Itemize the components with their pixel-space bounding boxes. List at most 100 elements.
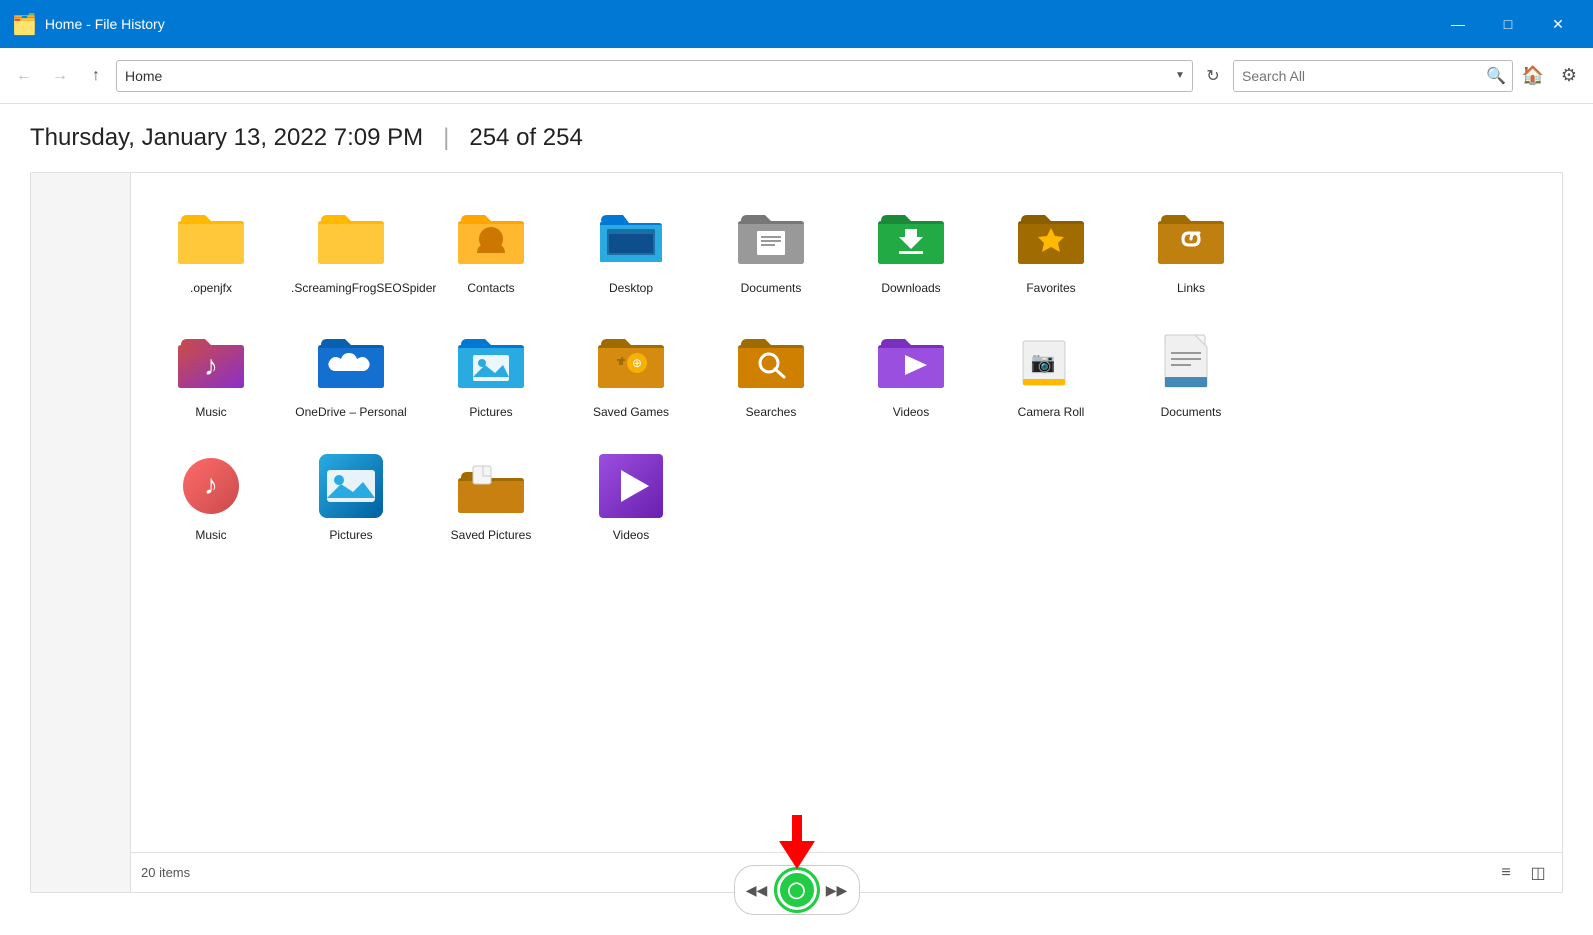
file-item[interactable]: Videos (561, 440, 701, 554)
file-label: Links (1177, 281, 1205, 297)
file-icon-folder-documents (735, 203, 807, 275)
file-icon-folder-desktop (595, 203, 667, 275)
refresh-button[interactable]: ↻ (1197, 60, 1229, 92)
sidebar-strip (31, 173, 131, 892)
view-buttons: ≡ ◫ (1492, 859, 1552, 887)
file-grid-outer: .openjfx .ScreamingFrogSEOSpider Contact… (131, 173, 1562, 892)
app-icon: 🗂️ (12, 12, 37, 37)
search-button[interactable]: 🔍 (1480, 60, 1512, 92)
date-info: Thursday, January 13, 2022 7:09 PM | 254… (30, 124, 1563, 152)
file-item[interactable]: Documents (701, 193, 841, 307)
file-item[interactable]: Documents (1121, 317, 1261, 431)
file-item[interactable]: .ScreamingFrogSEOSpider (281, 193, 421, 307)
file-label: .ScreamingFrogSEOSpider (291, 281, 411, 297)
file-item[interactable]: .openjfx (141, 193, 281, 307)
file-icon-folder-onedrive (315, 327, 387, 399)
playback-area: ◀◀ ◯ ▶▶ (734, 815, 860, 915)
search-wrap: 🔍 (1233, 60, 1513, 92)
file-item[interactable]: ♪ Music (141, 317, 281, 431)
file-icon-app-music: ♪ (175, 450, 247, 522)
maximize-button[interactable]: □ (1485, 0, 1531, 48)
file-item[interactable]: Pictures (281, 440, 421, 554)
file-item[interactable]: ⊕ Saved Games (561, 317, 701, 431)
file-item[interactable]: Videos (841, 317, 981, 431)
date-text: Thursday, January 13, 2022 7:09 PM (30, 124, 423, 152)
window-title: Home - File History (45, 16, 165, 32)
file-icon-folder-favorites (1015, 203, 1087, 275)
file-label: OneDrive – Personal (295, 405, 406, 421)
file-item[interactable]: Pictures (421, 317, 561, 431)
file-icon-file-documents (1155, 327, 1227, 399)
file-item[interactable]: Searches (701, 317, 841, 431)
prev-button[interactable]: ◀◀ (743, 876, 771, 904)
file-label: .openjfx (190, 281, 232, 297)
search-input[interactable] (1234, 68, 1480, 84)
file-item[interactable]: Links (1121, 193, 1261, 307)
file-label: Searches (746, 405, 797, 421)
svg-text:📷: 📷 (1031, 352, 1056, 374)
main-content: Thursday, January 13, 2022 7:09 PM | 254… (0, 104, 1593, 935)
grid-view-button[interactable]: ◫ (1524, 859, 1552, 887)
minimize-button[interactable]: — (1435, 0, 1481, 48)
up-button[interactable]: ↑ (80, 60, 112, 92)
settings-button[interactable]: ⚙ (1553, 60, 1585, 92)
play-icon: ◯ (788, 880, 806, 900)
file-icon-folder-savedpictures (455, 450, 527, 522)
file-label: Favorites (1026, 281, 1075, 297)
file-label: Music (195, 405, 226, 421)
address-bar: ← → ↑ ▼ ↻ 🔍 🏠 ⚙ (0, 48, 1593, 104)
file-icon-folder-music: ♪ (175, 327, 247, 399)
count-text: 254 of 254 (469, 124, 582, 152)
file-icon-folder-contacts (455, 203, 527, 275)
arrow-head (779, 841, 815, 869)
file-item[interactable]: Favorites (981, 193, 1121, 307)
file-label: Saved Games (593, 405, 669, 421)
file-label: Saved Pictures (451, 528, 532, 544)
title-bar: 🗂️ Home - File History — □ ✕ (0, 0, 1593, 48)
file-icon-app-pictures (315, 450, 387, 522)
red-arrow-container (772, 815, 822, 875)
file-item[interactable]: Contacts (421, 193, 561, 307)
close-button[interactable]: ✕ (1535, 0, 1581, 48)
file-icon-folder-savedgames: ⊕ (595, 327, 667, 399)
file-item[interactable]: OneDrive – Personal (281, 317, 421, 431)
svg-text:♪: ♪ (204, 469, 218, 500)
file-icon-app-videos (595, 450, 667, 522)
file-label: Desktop (609, 281, 653, 297)
address-dropdown-button[interactable]: ▼ (1168, 60, 1192, 92)
file-icon-folder-pictures (455, 327, 527, 399)
file-icon-folder-yellow (315, 203, 387, 275)
title-controls: — □ ✕ (1435, 0, 1581, 48)
file-item[interactable]: Desktop (561, 193, 701, 307)
file-icon-folder-yellow (175, 203, 247, 275)
file-label: Music (195, 528, 226, 544)
file-label: Documents (741, 281, 802, 297)
file-icon-folder-videos-purple (875, 327, 947, 399)
svg-text:⊕: ⊕ (632, 356, 642, 370)
file-label: Contacts (467, 281, 514, 297)
file-grid: .openjfx .ScreamingFrogSEOSpider Contact… (141, 193, 1552, 554)
next-button[interactable]: ▶▶ (823, 876, 851, 904)
file-label: Pictures (329, 528, 372, 544)
address-input[interactable] (117, 68, 1168, 84)
file-item[interactable]: ♪ Music (141, 440, 281, 554)
file-icon-file-camera: 📷 (1015, 327, 1087, 399)
address-bar-input-wrap: ▼ (116, 60, 1193, 92)
play-button[interactable]: ◯ (777, 870, 817, 910)
date-divider: | (443, 124, 449, 152)
file-label: Downloads (881, 281, 940, 297)
file-item[interactable]: Downloads (841, 193, 981, 307)
file-item[interactable]: Saved Pictures (421, 440, 561, 554)
back-button[interactable]: ← (8, 60, 40, 92)
file-label: Videos (613, 528, 649, 544)
forward-button[interactable]: → (44, 60, 76, 92)
file-label: Documents (1161, 405, 1222, 421)
home-button[interactable]: 🏠 (1517, 60, 1549, 92)
file-item[interactable]: 📷 Camera Roll (981, 317, 1121, 431)
file-icon-folder-downloads (875, 203, 947, 275)
list-view-button[interactable]: ≡ (1492, 859, 1520, 887)
title-bar-left: 🗂️ Home - File History (12, 12, 165, 37)
file-icon-folder-links (1155, 203, 1227, 275)
file-label: Camera Roll (1018, 405, 1085, 421)
file-label: Pictures (469, 405, 512, 421)
